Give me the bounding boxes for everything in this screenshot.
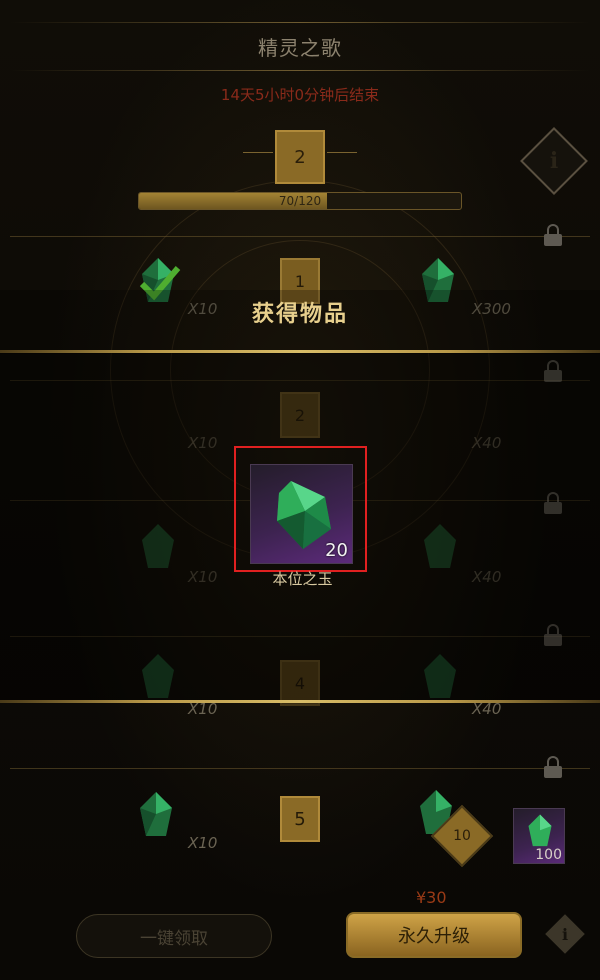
free-reward-qty: X10: [188, 568, 218, 586]
paid-reward-slot[interactable]: 100: [513, 808, 565, 864]
gem-icon[interactable]: [136, 790, 176, 840]
popup-bottom-border: [0, 700, 600, 703]
header-divider: [10, 70, 590, 71]
gem-icon: [138, 652, 178, 702]
claim-all-button[interactable]: 一键领取: [76, 914, 272, 958]
gem-icon: [420, 652, 460, 702]
gem-icon: [420, 522, 460, 572]
acquired-item-highlight[interactable]: 20 本位之玉: [234, 446, 367, 588]
free-reward-qty: X10: [188, 434, 218, 452]
item-count: 20: [325, 540, 348, 561]
row-divider: [10, 636, 590, 637]
acquired-items-title: 获得物品: [251, 302, 348, 327]
header-divider: [10, 22, 590, 23]
upgrade-price: ¥30: [416, 888, 447, 907]
reward-level-value: 10: [453, 828, 471, 844]
lock-icon: [543, 492, 563, 514]
level-progress-bar: 70/120: [138, 192, 462, 210]
item-slot[interactable]: 20: [250, 464, 353, 564]
lock-icon: [543, 624, 563, 646]
paid-reward-count: 100: [535, 847, 562, 863]
row-divider: [10, 236, 590, 237]
row-divider: [10, 380, 590, 381]
permanent-upgrade-button[interactable]: 永久升级: [346, 912, 522, 958]
paid-reward-qty: X40: [472, 434, 502, 452]
row-level-value: 4: [294, 673, 306, 693]
current-level-badge: 2: [243, 130, 357, 184]
info-icon: i: [561, 924, 569, 944]
info-icon: i: [549, 148, 559, 174]
free-reward-qty: X10: [188, 834, 218, 852]
event-timer: 14天5小时0分钟后结束: [220, 86, 380, 104]
page-title: 精灵之歌: [258, 36, 342, 60]
row-level-badge: 2: [280, 392, 320, 438]
gem-icon: [528, 814, 552, 847]
info-button-bottom[interactable]: i: [545, 914, 585, 954]
current-level-value: 2: [294, 146, 306, 168]
row-level-value: 5: [294, 808, 306, 830]
lock-icon: [543, 224, 563, 246]
row-level-badge: 5: [280, 796, 320, 842]
lock-icon: [543, 360, 563, 382]
item-name: 本位之玉: [272, 570, 333, 588]
row-level-value: 2: [294, 405, 306, 425]
row-divider: [10, 768, 590, 769]
row-level-value: 1: [294, 271, 306, 291]
gem-icon: [138, 522, 178, 572]
lock-icon: [543, 756, 563, 778]
progress-text: 70/120: [278, 194, 322, 208]
paid-reward-qty: X40: [472, 568, 502, 586]
